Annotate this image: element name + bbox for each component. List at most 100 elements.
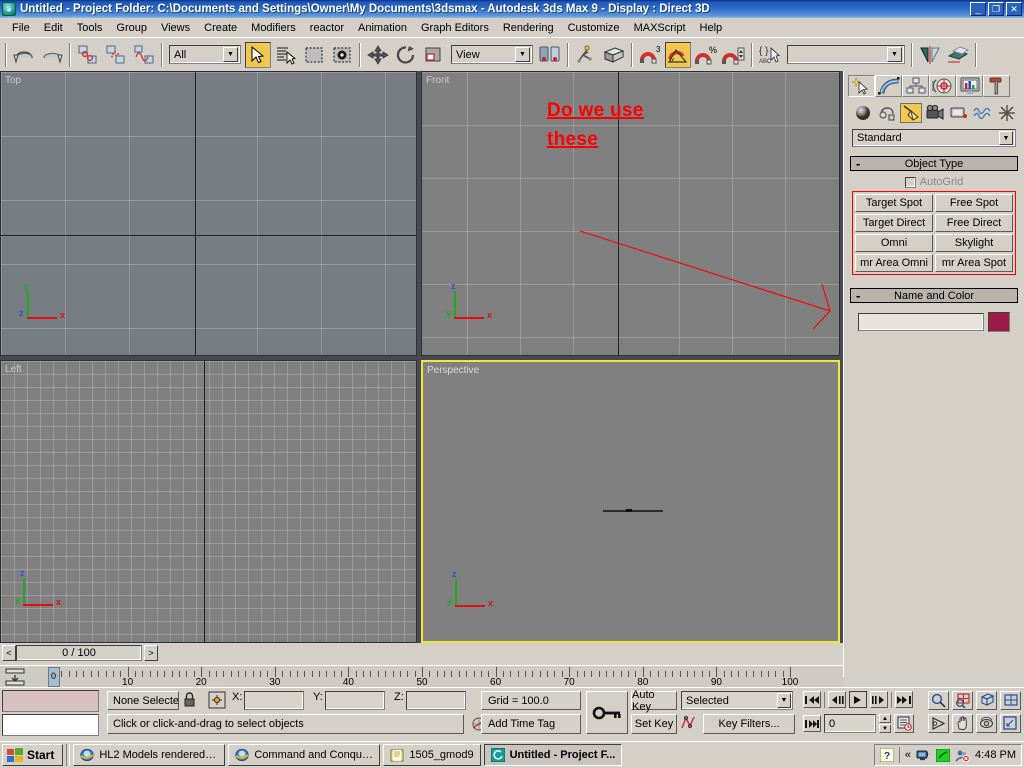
add-time-tag-button[interactable]: Add Time Tag [481,714,581,734]
redo-button[interactable] [39,42,65,68]
key-mode-curve-icon[interactable] [681,714,699,732]
shapes-category[interactable] [876,103,898,123]
go-to-end-button[interactable] [895,691,913,708]
chevron-down-icon[interactable]: ▼ [887,47,902,62]
current-frame-input[interactable]: 0 [824,714,876,733]
zoom-extents-all-button[interactable] [1000,691,1021,710]
menu-item-reactor[interactable]: reactor [303,20,351,36]
name-and-color-header[interactable]: - Name and Color [850,288,1018,303]
object-type-header[interactable]: - Object Type [850,156,1018,171]
create-tab[interactable] [848,75,875,97]
autogrid-checkbox[interactable] [905,177,916,188]
current-frame-field[interactable]: 0 / 100 [16,645,142,661]
menu-item-animation[interactable]: Animation [351,20,414,36]
time-slider-ruler[interactable]: 102030405060708090100 0 [0,665,843,687]
light-button-omni[interactable]: Omni [855,234,933,252]
absolute-relative-transform-icon[interactable] [208,691,226,709]
clock[interactable]: 4:48 PM [975,749,1016,761]
track-bar-icon[interactable] [4,668,26,686]
close-button[interactable]: ✕ [1006,2,1022,16]
utilities-tab[interactable] [983,75,1010,97]
light-button-mr-area-omni[interactable]: mr Area Omni [855,254,933,272]
x-coordinate-input[interactable] [244,691,304,710]
zoom-extents-button[interactable] [976,691,997,710]
menu-item-edit[interactable]: Edit [37,20,70,36]
named-selection-set-combo[interactable]: ▼ [787,45,905,64]
angle-snap-toggle-button[interactable] [665,42,691,68]
previous-frame-button[interactable] [828,691,846,708]
reference-coordinate-system-combo[interactable]: View ▼ [451,45,533,64]
helpers-category[interactable] [948,103,970,123]
maximize-viewport-toggle-button[interactable] [1000,714,1021,733]
chevron-down-icon[interactable]: ▼ [777,693,791,708]
menu-item-group[interactable]: Group [109,20,154,36]
taskbar-item-hl2[interactable]: HL2 Models rendered wit... [73,744,225,766]
next-frame-button[interactable] [870,691,888,708]
geometry-category[interactable] [852,103,874,123]
autogrid-row[interactable]: AutoGrid [852,174,1016,191]
light-button-free-direct[interactable]: Free Direct [935,214,1013,232]
select-and-rotate-button[interactable] [393,42,419,68]
viewport-left[interactable]: Left z x y [0,360,417,643]
taskbar-item-3dsmax[interactable]: Untitled - Project F... [484,744,623,766]
previous-frame-arrow[interactable]: < [2,645,16,661]
field-of-view-button[interactable] [928,714,949,733]
light-button-skylight[interactable]: Skylight [935,234,1013,252]
menu-item-customize[interactable]: Customize [561,20,627,36]
select-and-uniform-scale-button[interactable] [421,42,447,68]
use-pivot-point-center-button[interactable] [537,42,563,68]
menu-item-maxscript[interactable]: MAXScript [627,20,693,36]
play-animation-button[interactable] [849,691,867,708]
light-button-mr-area-spot[interactable]: mr Area Spot [935,254,1013,272]
taskbar-item-gmod[interactable]: 1505_gmod9 [383,744,480,766]
menu-item-views[interactable]: Views [154,20,197,36]
viewport-perspective[interactable]: Perspective z x y [421,360,840,643]
menu-item-modifiers[interactable]: Modifiers [244,20,303,36]
collapse-icon[interactable]: - [856,288,860,303]
light-button-target-direct[interactable]: Target Direct [855,214,933,232]
align-button[interactable] [601,42,627,68]
select-object-button[interactable] [245,42,271,68]
menu-item-help[interactable]: Help [693,20,730,36]
unlink-selection-button[interactable] [103,42,129,68]
minimize-button[interactable]: _ [970,2,986,16]
frame-spinner[interactable]: ▲ ▼ [879,714,891,733]
spinner-snap-toggle-button[interactable] [721,42,747,68]
help-icon[interactable]: ? [880,748,894,762]
viewport-top[interactable]: Top y x z [0,71,417,356]
set-key-mode-button[interactable] [586,691,628,734]
percent-snap-toggle-button[interactable]: % [693,42,719,68]
window-crossing-button[interactable] [329,42,355,68]
taskbar-item-cnc[interactable]: Command and Conquer: ... [228,744,380,766]
key-filter-selection-combo[interactable]: Selected ▼ [681,691,793,710]
display-tab[interactable] [956,75,983,97]
zoom-button[interactable] [928,691,949,710]
zoom-all-button[interactable] [952,691,973,710]
auto-key-button[interactable]: Auto Key [631,691,677,710]
mirror-button[interactable] [573,42,599,68]
time-configuration-button[interactable] [894,714,914,733]
selection-filter-combo[interactable]: All ▼ [169,45,241,64]
menu-item-create[interactable]: Create [197,20,244,36]
menu-item-rendering[interactable]: Rendering [496,20,561,36]
light-button-free-spot[interactable]: Free Spot [935,194,1013,212]
time-slider-handle[interactable]: 0 [48,667,60,687]
mirror-axis-button[interactable] [917,42,943,68]
security-alert-icon[interactable] [955,749,970,762]
systems-category[interactable] [996,103,1018,123]
shield-icon[interactable] [936,749,950,762]
object-name-input[interactable] [858,313,984,331]
menu-item-file[interactable]: File [5,20,37,36]
undo-button[interactable] [11,42,37,68]
menu-item-tools[interactable]: Tools [70,20,110,36]
cameras-category[interactable] [924,103,946,123]
next-frame-arrow[interactable]: > [144,645,158,661]
chevron-down-icon[interactable]: ▼ [515,47,530,62]
arc-rotate-button[interactable] [976,714,997,733]
y-coordinate-input[interactable] [325,691,385,710]
go-to-start-button[interactable] [803,691,821,708]
tray-expand-icon[interactable]: « [905,749,911,761]
start-button[interactable]: Start [2,744,63,766]
viewport-front[interactable]: Front Do we use these z x y [421,71,840,356]
rectangular-selection-region-button[interactable] [301,42,327,68]
